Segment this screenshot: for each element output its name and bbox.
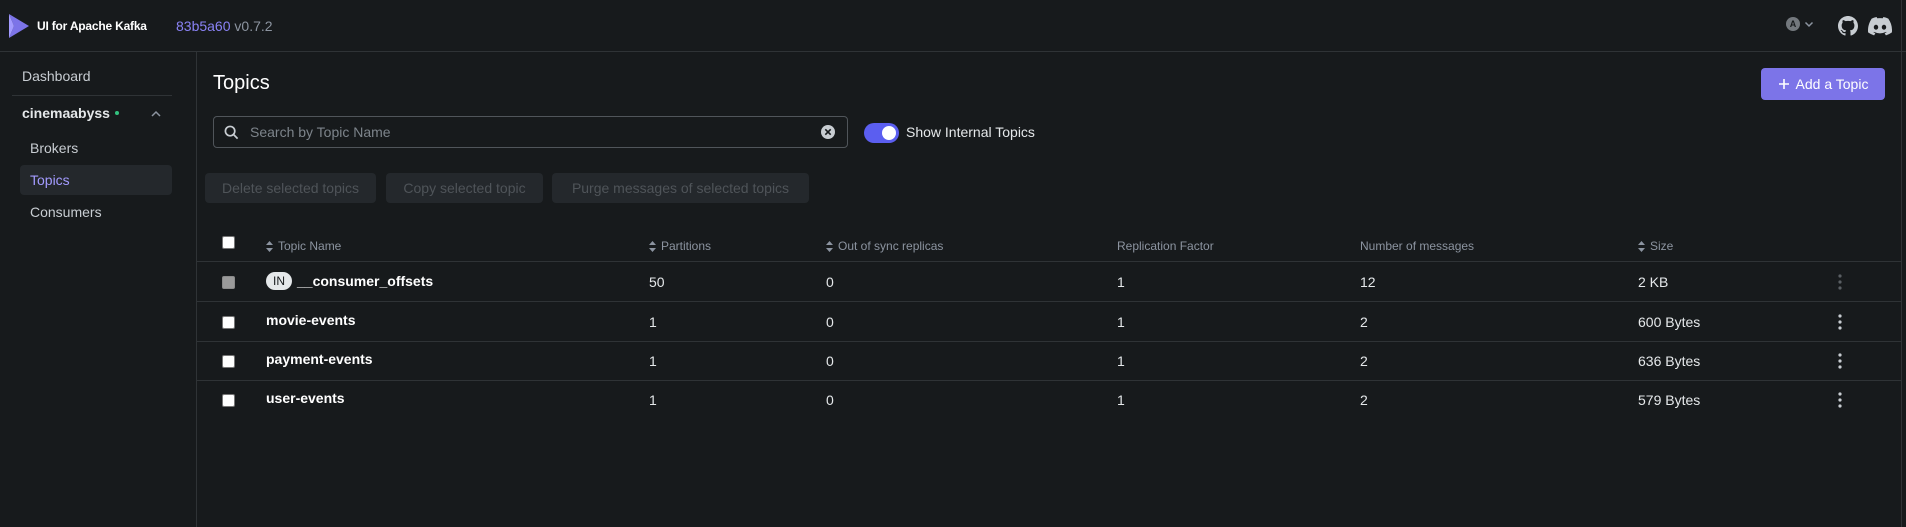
app-title[interactable]: UI for Apache Kafka xyxy=(37,19,147,33)
chevron-up-icon[interactable] xyxy=(150,108,162,120)
page-title: Topics xyxy=(213,72,270,94)
topic-name-link[interactable]: payment-events xyxy=(266,351,373,367)
sort-icon xyxy=(1638,240,1645,252)
sort-icon xyxy=(826,240,833,252)
row-checkbox[interactable] xyxy=(222,394,235,407)
out-of-sync-cell: 0 xyxy=(826,392,834,408)
messages-cell: 2 xyxy=(1360,353,1368,369)
topic-name-link[interactable]: movie-events xyxy=(266,312,355,328)
replication-cell: 1 xyxy=(1117,274,1125,290)
out-of-sync-cell: 0 xyxy=(826,353,834,369)
show-internal-topics-toggle[interactable] xyxy=(864,123,899,143)
row-menu-icon[interactable] xyxy=(1838,353,1842,369)
messages-cell: 2 xyxy=(1360,392,1368,408)
github-icon[interactable] xyxy=(1838,16,1858,36)
partitions-cell: 1 xyxy=(649,314,657,330)
sort-icon xyxy=(266,240,273,252)
size-cell: 636 Bytes xyxy=(1638,353,1701,369)
show-internal-topics-label: Show Internal Topics xyxy=(906,124,1035,140)
copy-selected-topic-button[interactable]: Copy selected topic xyxy=(386,173,543,203)
sort-icon xyxy=(649,240,656,252)
sidebar-item-dashboard[interactable]: Dashboard xyxy=(22,68,91,84)
chevron-down-icon xyxy=(1804,21,1814,28)
sidebar: Dashboard cinemaabyss Brokers Topics Con… xyxy=(0,52,197,527)
purge-messages-button[interactable]: Purge messages of selected topics xyxy=(552,173,809,203)
cluster-name: cinemaabyss xyxy=(22,105,110,121)
column-partitions[interactable]: Partitions xyxy=(649,239,711,253)
version-number: v0.7.2 xyxy=(234,18,273,34)
select-all-checkbox[interactable] xyxy=(222,236,235,249)
internal-badge: IN xyxy=(266,272,292,290)
window-edge xyxy=(1901,0,1902,527)
topic-search-input[interactable] xyxy=(250,117,810,147)
partitions-cell: 1 xyxy=(649,392,657,408)
column-size[interactable]: Size xyxy=(1638,239,1673,253)
messages-cell: 2 xyxy=(1360,314,1368,330)
column-number-of-messages: Number of messages xyxy=(1360,239,1475,253)
sidebar-item-topics[interactable]: Topics xyxy=(20,165,172,195)
row-menu-icon[interactable] xyxy=(1838,314,1842,330)
clear-search-icon[interactable] xyxy=(820,124,836,140)
discord-icon[interactable] xyxy=(1868,17,1892,36)
table-header: Topic Name Partitions Out of sync replic… xyxy=(197,230,1901,262)
row-checkbox[interactable] xyxy=(222,316,235,329)
row-checkbox xyxy=(222,276,235,289)
table-row[interactable]: movie-events 1 0 1 2 600 Bytes xyxy=(197,303,1901,342)
version-info: 83b5a60 v0.7.2 xyxy=(176,18,273,34)
replication-cell: 1 xyxy=(1117,314,1125,330)
replication-cell: 1 xyxy=(1117,353,1125,369)
column-replication-factor: Replication Factor xyxy=(1117,239,1214,253)
column-topic-name[interactable]: Topic Name xyxy=(266,239,341,253)
replication-cell: 1 xyxy=(1117,392,1125,408)
messages-cell: 12 xyxy=(1360,274,1376,290)
commit-link[interactable]: 83b5a60 xyxy=(176,18,231,34)
column-out-of-sync-replicas[interactable]: Out of sync replicas xyxy=(826,239,943,253)
add-topic-label: Add a Topic xyxy=(1795,76,1869,92)
table-row[interactable]: user-events 1 0 1 2 579 Bytes xyxy=(197,381,1901,420)
table-row[interactable]: IN __consumer_offsets 50 0 1 12 2 KB xyxy=(197,263,1901,302)
size-cell: 600 Bytes xyxy=(1638,314,1701,330)
partitions-cell: 50 xyxy=(649,274,665,290)
out-of-sync-cell: 0 xyxy=(826,274,834,290)
sidebar-divider xyxy=(12,95,172,96)
search-icon xyxy=(224,125,239,140)
topic-name-link[interactable]: IN __consumer_offsets xyxy=(266,272,433,290)
sidebar-item-consumers[interactable]: Consumers xyxy=(20,197,172,227)
size-cell: 2 KB xyxy=(1638,274,1669,290)
row-menu-icon[interactable] xyxy=(1838,392,1842,408)
plus-icon xyxy=(1778,79,1789,89)
theme-selector[interactable]: A xyxy=(1786,17,1814,31)
row-checkbox[interactable] xyxy=(222,355,235,368)
cluster-online-indicator xyxy=(114,111,119,115)
topic-name-link[interactable]: user-events xyxy=(266,390,345,406)
top-navbar: UI for Apache Kafka 83b5a60 v0.7.2 A xyxy=(0,0,1906,52)
size-cell: 579 Bytes xyxy=(1638,392,1701,408)
kafka-ui-logo-icon[interactable] xyxy=(8,14,30,38)
table-row[interactable]: payment-events 1 0 1 2 636 Bytes xyxy=(197,342,1901,381)
out-of-sync-cell: 0 xyxy=(826,314,834,330)
delete-selected-topics-button[interactable]: Delete selected topics xyxy=(205,173,376,203)
partitions-cell: 1 xyxy=(649,353,657,369)
sidebar-cluster-toggle[interactable]: cinemaabyss xyxy=(22,105,119,121)
topic-search-box xyxy=(213,116,848,148)
add-topic-button[interactable]: Add a Topic xyxy=(1761,68,1885,100)
auto-theme-icon: A xyxy=(1786,17,1800,31)
sidebar-item-brokers[interactable]: Brokers xyxy=(20,133,172,163)
row-menu-icon[interactable] xyxy=(1838,274,1842,290)
